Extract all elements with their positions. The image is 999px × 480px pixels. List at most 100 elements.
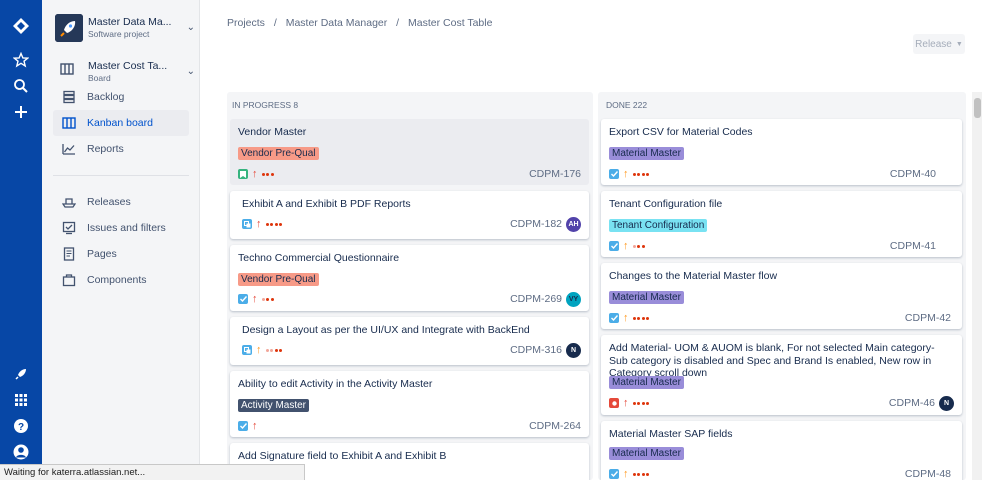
- breadcrumb-separator: /: [396, 17, 400, 29]
- issue-key[interactable]: CDPM-182: [510, 218, 562, 230]
- board-icon: [60, 62, 74, 79]
- task-checkbox-icon: [609, 241, 619, 251]
- page-icon: [62, 247, 76, 261]
- breadcrumb-projects[interactable]: Projects: [227, 17, 265, 29]
- issue-key[interactable]: CDPM-48: [905, 468, 951, 480]
- project-sidebar: Master Data Ma... Software project ⌄ Mas…: [42, 0, 200, 480]
- components-icon: [62, 273, 76, 287]
- profile-avatar-icon[interactable]: [11, 442, 31, 462]
- issue-card[interactable]: Changes to the Material Master flow Mate…: [601, 263, 962, 329]
- sidebar-item-releases[interactable]: Releases: [53, 189, 189, 215]
- issue-card[interactable]: Design a Layout as per the UI/UX and Int…: [230, 317, 589, 365]
- priority-high-icon: ↑: [256, 218, 262, 230]
- epic-label: Material Master: [609, 147, 684, 160]
- priority-medium-icon: ↑: [256, 344, 262, 356]
- epic-label: Tenant Configuration: [609, 219, 708, 232]
- app-switcher-icon[interactable]: [11, 390, 31, 410]
- issue-key[interactable]: CDPM-46: [889, 397, 935, 409]
- issue-card[interactable]: Vendor Master Vendor Pre-Qual ↑ CDPM-176: [230, 119, 589, 185]
- story-icon: [238, 169, 248, 179]
- sidebar-item-label: Releases: [87, 196, 131, 208]
- issue-key[interactable]: CDPM-176: [529, 168, 581, 180]
- issue-card[interactable]: Add Material- UOM & AUOM is blank, For n…: [601, 335, 962, 415]
- global-nav: ?: [0, 0, 42, 480]
- help-icon[interactable]: ?: [11, 416, 31, 436]
- breadcrumb-project[interactable]: Master Data Manager: [286, 17, 388, 29]
- estimate-dots-icon: [632, 316, 649, 320]
- ship-icon: [62, 195, 76, 209]
- scrollbar-thumb[interactable]: [974, 98, 981, 118]
- chevron-down-icon[interactable]: ⌄: [187, 22, 195, 33]
- sidebar-item-label: Components: [87, 274, 147, 286]
- issue-key[interactable]: CDPM-40: [890, 168, 936, 180]
- card-title: Changes to the Material Master flow: [609, 270, 778, 282]
- assignee-avatar[interactable]: AH: [566, 216, 581, 232]
- sidebar-item-issues-filters[interactable]: Issues and filters: [53, 215, 189, 241]
- subtask-icon: [242, 219, 252, 229]
- board-scrollbar[interactable]: [972, 92, 982, 480]
- column-header: DONE 222: [606, 100, 648, 110]
- project-switcher[interactable]: Master Data Ma... Software project ⌄: [55, 14, 195, 44]
- task-checkbox-icon: [609, 169, 619, 179]
- issue-card[interactable]: Export CSV for Material Codes Material M…: [601, 119, 962, 185]
- search-icon[interactable]: [11, 76, 31, 96]
- reports-chart-icon: [62, 142, 76, 156]
- sidebar-item-pages[interactable]: Pages: [53, 241, 189, 267]
- task-checkbox-icon: [609, 469, 619, 479]
- priority-medium-icon: ↑: [623, 168, 629, 180]
- project-rocket-logo: [55, 14, 83, 42]
- release-button[interactable]: Release ▼: [913, 34, 965, 54]
- column-header: IN PROGRESS 8: [232, 100, 299, 110]
- task-checkbox-icon: [238, 421, 248, 431]
- kanban-board-icon: [62, 116, 76, 130]
- priority-medium-icon: ↑: [623, 240, 629, 252]
- project-name: Master Data Ma...: [88, 16, 172, 28]
- priority-medium-icon: ↑: [623, 468, 629, 480]
- board-switcher[interactable]: Master Cost Ta... Board ⌄: [55, 58, 195, 83]
- board-type: Board: [88, 73, 111, 83]
- release-button-label: Release: [915, 38, 952, 50]
- epic-label: Vendor Pre-Qual: [238, 273, 319, 286]
- star-icon[interactable]: [11, 50, 31, 70]
- chevron-down-icon[interactable]: ⌄: [187, 66, 195, 77]
- sidebar-divider: [53, 175, 189, 176]
- assignee-avatar[interactable]: N: [939, 395, 954, 411]
- issue-key[interactable]: CDPM-41: [890, 240, 936, 252]
- assignee-avatar[interactable]: N: [566, 342, 581, 358]
- priority-high-icon: ↑: [252, 168, 258, 180]
- card-title: Vendor Master: [238, 126, 307, 138]
- sidebar-item-backlog[interactable]: Backlog: [53, 84, 189, 110]
- estimate-dots-icon: [265, 348, 282, 352]
- create-plus-icon[interactable]: [11, 102, 31, 122]
- issue-card[interactable]: Exhibit A and Exhibit B PDF Reports ↑ CD…: [230, 191, 589, 239]
- priority-high-icon: ↑: [252, 420, 258, 432]
- column-in-progress: IN PROGRESS 8 Vendor Master Vendor Pre-Q…: [227, 92, 593, 480]
- priority-medium-icon: ↑: [623, 312, 629, 324]
- assignee-avatar[interactable]: VY: [566, 291, 581, 307]
- epic-label: Activity Master: [238, 399, 310, 412]
- card-title: Add Material- UOM & AUOM is blank, For n…: [609, 342, 935, 379]
- sidebar-item-components[interactable]: Components: [53, 267, 189, 293]
- breadcrumb-board[interactable]: Master Cost Table: [408, 17, 492, 29]
- sidebar-item-kanban-board[interactable]: Kanban board: [53, 110, 189, 136]
- epic-label: Material Master: [609, 447, 684, 460]
- jira-logo-icon[interactable]: [11, 16, 31, 36]
- bug-icon: [609, 398, 619, 408]
- sidebar-item-label: Pages: [87, 248, 117, 260]
- estimate-dots-icon: [632, 172, 649, 176]
- issue-key[interactable]: CDPM-42: [905, 312, 951, 324]
- card-title: Material Master SAP fields: [609, 428, 733, 440]
- epic-label: Vendor Pre-Qual: [238, 147, 319, 160]
- issue-card[interactable]: Material Master SAP fields Material Mast…: [601, 421, 962, 480]
- rocket-icon[interactable]: [11, 364, 31, 384]
- sidebar-item-label: Backlog: [87, 91, 125, 103]
- sidebar-item-reports[interactable]: Reports: [53, 136, 189, 162]
- issue-card[interactable]: Ability to edit Activity in the Activity…: [230, 371, 589, 437]
- issue-key[interactable]: CDPM-316: [510, 344, 562, 356]
- issue-card[interactable]: Techno Commercial Questionnaire Vendor P…: [230, 245, 589, 311]
- caret-down-icon: ▼: [955, 40, 963, 48]
- board-name: Master Cost Ta...: [88, 60, 168, 72]
- issue-key[interactable]: CDPM-264: [529, 420, 581, 432]
- issue-key[interactable]: CDPM-269: [510, 293, 562, 305]
- issue-card[interactable]: Tenant Configuration file Tenant Configu…: [601, 191, 962, 257]
